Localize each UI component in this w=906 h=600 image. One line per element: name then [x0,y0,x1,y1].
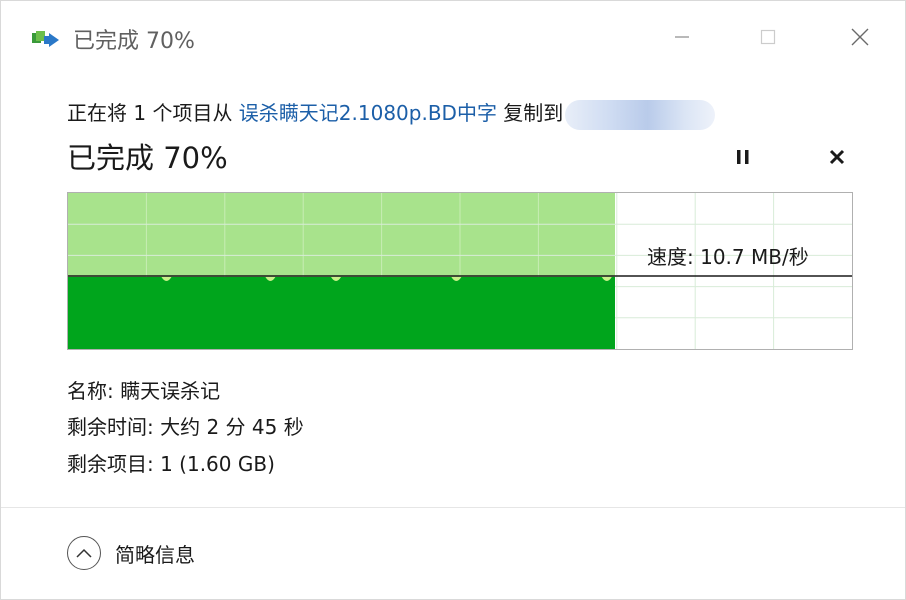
minimize-button[interactable] [659,19,705,55]
fewer-details-label: 简略信息 [115,542,195,567]
speed-graph-canvas [68,193,852,349]
copy-prefix: 正在将 1 个项目从 [67,101,239,125]
source-folder-link[interactable]: 误杀瞒天记2.1080p.BD中字 [239,101,497,125]
speed-label: 速度: 10.7 MB/秒 [647,245,809,269]
pause-button[interactable] [729,145,757,169]
file-name: 名称: 瞒天误杀记 [67,379,221,403]
window-title: 已完成 70% [73,29,195,54]
file-copy-dialog: 已完成 70% 正在将 1 个项目从 误杀瞒天记2.1080p.BD中字 复制到… [0,0,906,600]
title-bar[interactable]: 已完成 70% [1,1,905,75]
items-remaining: 剩余项目: 1 (1.60 GB) [67,452,275,476]
time-remaining: 剩余时间: 大约 2 分 45 秒 [67,415,304,439]
maximize-button[interactable] [745,19,791,55]
stop-button[interactable] [823,143,851,171]
copy-description: 正在将 1 个项目从 误杀瞒天记2.1080p.BD中字 复制到 [67,97,716,130]
pause-icon [737,150,749,164]
copy-middle: 复制到 [496,101,564,125]
transfer-speed-graph [67,192,853,350]
footer-divider [1,507,905,508]
close-icon [851,28,869,46]
progress-status: 已完成 70% [67,141,228,175]
chevron-up-icon [67,536,101,570]
close-button[interactable] [837,19,883,55]
copy-transfer-icon [32,31,59,47]
minimize-icon [675,36,689,38]
progress-fill [68,277,615,349]
fewer-details-toggle[interactable]: 简略信息 [67,533,195,573]
maximize-icon [760,29,776,45]
destination-redacted [565,99,716,130]
stop-icon [829,149,845,165]
